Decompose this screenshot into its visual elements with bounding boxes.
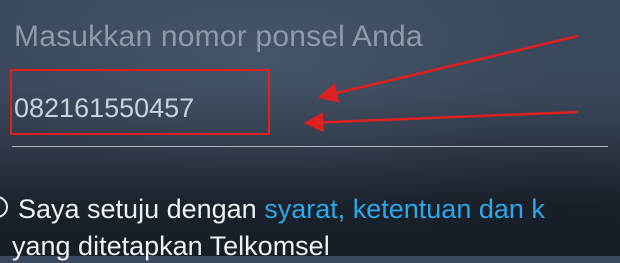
annotation-arrow-upper — [317, 34, 579, 103]
agreement-row: Saya setuju dengan syarat, ketentuan dan… — [0, 192, 620, 232]
agree-checkbox-icon[interactable] — [0, 196, 8, 218]
agreement-prefix: Saya setuju dengan — [18, 194, 265, 224]
agreement-text-line2: yang ditetapkan Telkomsel — [12, 231, 330, 261]
annotation-arrow-lower — [303, 110, 579, 133]
terms-link[interactable]: syarat, ketentuan dan k — [264, 194, 545, 224]
agreement-text: Saya setuju dengan syarat, ketentuan dan… — [18, 192, 545, 226]
